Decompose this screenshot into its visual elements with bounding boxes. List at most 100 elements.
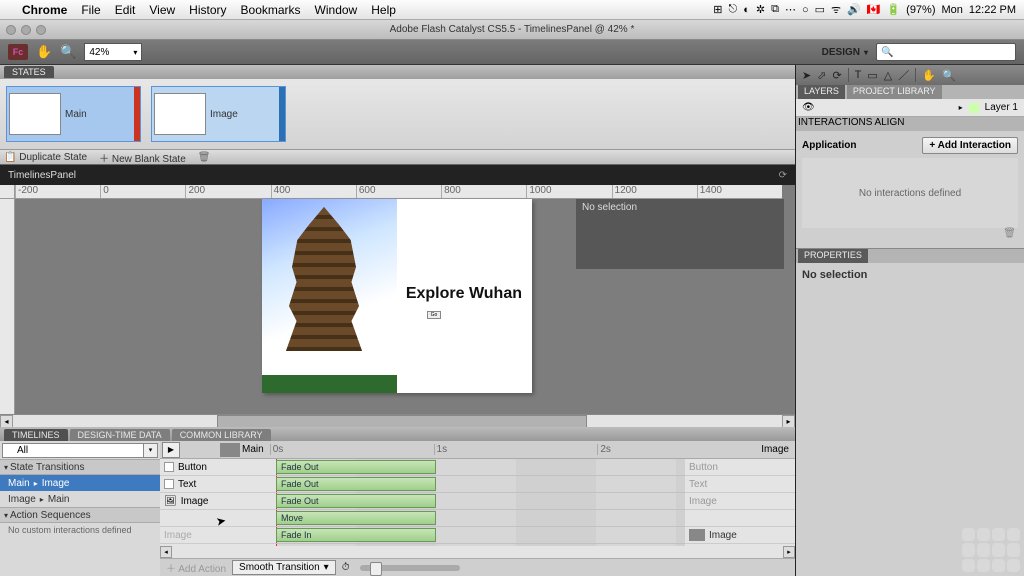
timeline-clip[interactable]: Fade Out bbox=[276, 477, 436, 491]
transform-icon[interactable]: ⟳ bbox=[832, 69, 841, 82]
selection-tool-icon[interactable]: ➤ bbox=[802, 69, 811, 82]
end-state-row: Text bbox=[685, 476, 795, 493]
hand-tool-icon[interactable]: ✋ bbox=[36, 44, 52, 60]
canvas[interactable]: -2000200400600800100012001400 Explore Wu… bbox=[0, 185, 795, 427]
action-sequences-note: No custom interactions defined bbox=[0, 523, 160, 537]
track-area[interactable]: Fade Out Fade Out Fade Out Move Fade In bbox=[276, 459, 685, 546]
menu-history[interactable]: History bbox=[189, 3, 226, 17]
duplicate-state-button[interactable]: Duplicate State bbox=[19, 152, 87, 163]
refresh-icon[interactable]: ⟳ bbox=[779, 170, 787, 181]
menu-edit[interactable]: Edit bbox=[115, 3, 136, 17]
tab-common-library[interactable]: COMMON LIBRARY bbox=[172, 429, 271, 441]
direct-select-icon[interactable]: ⬀ bbox=[817, 69, 826, 82]
document-header: TimelinesPanel ⟳ bbox=[0, 165, 795, 185]
tab-design-time-data[interactable]: DESIGN-TIME DATA bbox=[70, 429, 170, 441]
menu-view[interactable]: View bbox=[149, 3, 175, 17]
end-state-row: Button bbox=[685, 459, 795, 476]
smooth-transition-select[interactable]: Smooth Transition▾ bbox=[232, 560, 336, 575]
canvas-h-scrollbar[interactable]: ◂ ▸ bbox=[0, 414, 795, 427]
artboard-title: Explore Wuhan bbox=[406, 285, 522, 303]
window-controls[interactable] bbox=[6, 25, 46, 35]
artboard[interactable]: Explore Wuhan Go bbox=[262, 199, 532, 393]
scroll-thumb[interactable] bbox=[217, 415, 587, 428]
line-tool-icon[interactable]: ／ bbox=[898, 67, 909, 83]
tab-align[interactable]: ALIGN bbox=[874, 117, 904, 131]
tray-icon[interactable]: ⋯ bbox=[785, 3, 796, 16]
artboard-image bbox=[262, 199, 397, 393]
timeline-clip[interactable]: Fade Out bbox=[276, 460, 436, 474]
end-state-row: Image bbox=[685, 493, 795, 510]
ruler-horizontal: -2000200400600800100012001400 bbox=[15, 185, 782, 199]
new-blank-state-button[interactable]: New Blank State bbox=[112, 154, 186, 165]
artboard-go-button[interactable]: Go bbox=[427, 311, 441, 319]
tab-timelines[interactable]: TIMELINES bbox=[4, 429, 68, 441]
timeline-h-scrollbar[interactable]: ◂▸ bbox=[160, 546, 795, 558]
transition-row[interactable]: Image▸Main bbox=[0, 491, 160, 507]
tray-icon[interactable]: ◐ bbox=[743, 4, 750, 16]
triangle-tool-icon[interactable]: △ bbox=[884, 69, 892, 82]
timeline-clip[interactable]: Move bbox=[276, 511, 436, 525]
tools-row: ➤ ⬀ ⟳ T ▭ △ ／ ✋ 🔍 bbox=[796, 65, 1024, 85]
menu-help[interactable]: Help bbox=[371, 3, 396, 17]
menu-tray: ⊞ ⎋ ◐ ✲ ⧉ ⋯ ○ ▭ ᯤ 🔊 🇨🇦 🔋 (97%) Mon 12:22… bbox=[713, 2, 1016, 17]
tray-icon[interactable]: ✲ bbox=[756, 3, 765, 16]
window-titlebar: Adobe Flash Catalyst CS5.5 - TimelinesPa… bbox=[0, 20, 1024, 40]
zoom-select[interactable]: 42% bbox=[84, 43, 142, 61]
track-toggle[interactable] bbox=[164, 462, 174, 472]
timeline-clip[interactable]: Fade In bbox=[276, 528, 436, 542]
rect-tool-icon[interactable]: ▭ bbox=[867, 69, 877, 82]
layer-name[interactable]: Layer 1 bbox=[985, 102, 1018, 113]
workspace-mode[interactable]: DESIGN bbox=[822, 47, 868, 58]
layer-color-swatch bbox=[969, 103, 979, 113]
zoom-tool-icon[interactable]: 🔍 bbox=[942, 69, 956, 82]
wifi-icon[interactable]: ᯤ bbox=[831, 2, 841, 17]
trash-icon[interactable]: 🗑 bbox=[198, 152, 211, 163]
tray-icon[interactable]: ○ bbox=[802, 4, 809, 16]
trash-icon[interactable]: 🗑 bbox=[1003, 228, 1016, 242]
track-row: Button bbox=[160, 459, 276, 476]
transition-row[interactable]: Main▸Image bbox=[0, 475, 160, 491]
track-row: Text bbox=[160, 476, 276, 493]
add-interaction-button[interactable]: + Add Interaction bbox=[922, 137, 1018, 154]
menu-window[interactable]: Window bbox=[315, 3, 358, 17]
active-app[interactable]: Chrome bbox=[22, 3, 67, 17]
ruler-corner bbox=[0, 185, 15, 199]
volume-icon[interactable]: 🔊 bbox=[847, 3, 861, 16]
tray-icon[interactable]: ▭ bbox=[815, 3, 825, 16]
tray-icon[interactable]: ⧉ bbox=[771, 3, 779, 16]
tab-interactions[interactable]: INTERACTIONS bbox=[798, 117, 872, 131]
state-image[interactable]: Image bbox=[151, 86, 286, 142]
state-thumb bbox=[9, 93, 61, 135]
app-logo-icon: Fc bbox=[8, 44, 28, 60]
visibility-icon[interactable]: 👁 bbox=[802, 102, 815, 113]
tab-properties[interactable]: PROPERTIES bbox=[798, 249, 868, 263]
hand-tool-icon[interactable]: ✋ bbox=[922, 69, 936, 82]
tray-icon[interactable]: ⊞ bbox=[713, 3, 722, 16]
zoom-tool-icon[interactable]: 🔍 bbox=[60, 44, 76, 60]
tab-project-library[interactable]: PROJECT LIBRARY bbox=[847, 85, 942, 99]
state-transitions-header[interactable]: State Transitions bbox=[0, 459, 160, 475]
search-field[interactable]: 🔍 bbox=[876, 43, 1016, 61]
timelines-tracks: ▶ Main 0s1s2s Image Button Text 🖼Image I… bbox=[160, 441, 795, 576]
timelines-search[interactable] bbox=[2, 443, 144, 458]
image-icon: 🖼 bbox=[164, 496, 177, 507]
states-tab[interactable]: STATES bbox=[4, 66, 54, 78]
tab-layers[interactable]: LAYERS bbox=[798, 85, 845, 99]
scroll-left-icon[interactable]: ◂ bbox=[0, 415, 13, 428]
menu-file[interactable]: File bbox=[81, 3, 100, 17]
state-main[interactable]: Main bbox=[6, 86, 141, 142]
scroll-right-icon[interactable]: ▸ bbox=[782, 415, 795, 428]
track-toggle[interactable] bbox=[164, 479, 174, 489]
battery-icon[interactable]: 🔋 bbox=[886, 3, 900, 16]
expand-icon[interactable]: ▸ bbox=[959, 103, 963, 112]
search-dropdown-icon[interactable]: ▾ bbox=[144, 443, 158, 458]
tray-icon[interactable]: ⎋ bbox=[729, 3, 738, 16]
action-sequences-header[interactable]: Action Sequences bbox=[0, 507, 160, 523]
play-button[interactable]: ▶ bbox=[162, 442, 180, 458]
menu-bookmarks[interactable]: Bookmarks bbox=[241, 3, 301, 17]
layer-row[interactable]: 👁 ▸ Layer 1 bbox=[796, 99, 1024, 117]
flag-icon[interactable]: 🇨🇦 bbox=[867, 3, 881, 16]
text-tool-icon[interactable]: T bbox=[855, 69, 862, 81]
timeline-clip[interactable]: Fade Out bbox=[276, 494, 436, 508]
zoom-slider[interactable] bbox=[360, 565, 460, 571]
